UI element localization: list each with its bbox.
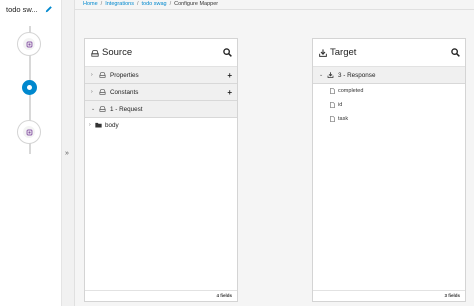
breadcrumb-home[interactable]: Home xyxy=(83,1,98,7)
download-icon xyxy=(319,49,327,57)
sidebar-collapse-strip[interactable]: » xyxy=(62,0,75,306)
search-icon[interactable] xyxy=(451,48,460,57)
hard-drive-icon xyxy=(91,50,99,57)
pencil-icon[interactable] xyxy=(45,5,53,13)
target-response-row[interactable]: ⌄ 3 - Response xyxy=(313,67,465,84)
target-field-task[interactable]: task xyxy=(313,112,465,126)
file-icon xyxy=(330,116,335,122)
breadcrumb-separator: / xyxy=(169,1,172,7)
add-constant-button[interactable]: + xyxy=(227,84,232,101)
field-label: id xyxy=(338,102,343,108)
active-step-dot xyxy=(27,85,32,90)
chevron-right-icon[interactable]: › xyxy=(91,67,93,84)
connection-icon xyxy=(23,126,35,138)
target-panel: Target ⌄ 3 - Response completed id task … xyxy=(312,38,466,302)
target-field-completed[interactable]: completed xyxy=(313,84,465,98)
source-field-count: 4 fields xyxy=(85,290,237,301)
target-title: Target xyxy=(330,47,357,58)
field-label: completed xyxy=(338,88,364,94)
target-field-id[interactable]: id xyxy=(313,98,465,112)
breadcrumb-integrations[interactable]: Integrations xyxy=(105,1,134,7)
file-icon xyxy=(330,88,335,94)
source-title: Source xyxy=(102,47,133,58)
source-body-row[interactable]: › body xyxy=(85,118,237,133)
breadcrumb-separator: / xyxy=(100,1,103,7)
source-row-label: Properties xyxy=(110,72,139,79)
chevron-down-icon[interactable]: ⌄ xyxy=(319,67,323,84)
field-label: task xyxy=(338,116,349,122)
hard-drive-icon xyxy=(99,106,106,112)
source-properties-row[interactable]: › Properties + xyxy=(85,67,237,84)
search-icon[interactable] xyxy=(223,48,232,57)
target-header: Target xyxy=(313,39,465,67)
main-content: Home / Integrations / todo swag / Configure Ma… xyxy=(75,0,474,306)
breadcrumb: Home / Integrations / todo swag / Configure Ma… xyxy=(75,0,474,10)
connection-icon xyxy=(23,38,35,50)
file-icon xyxy=(330,102,335,108)
chevron-down-icon[interactable]: ⌄ xyxy=(91,101,95,118)
chevron-right-icon[interactable]: › xyxy=(89,118,91,133)
source-constants-row[interactable]: › Constants + xyxy=(85,84,237,101)
source-header: Source xyxy=(85,39,237,67)
chevron-right-icon[interactable]: › xyxy=(91,84,93,101)
end-step[interactable] xyxy=(17,120,41,144)
source-panel: Source › Properties + › Constants + ⌄ 1 … xyxy=(84,38,238,302)
target-field-count: 3 fields xyxy=(313,290,465,301)
source-body-label: body xyxy=(105,122,119,129)
download-icon xyxy=(327,72,334,78)
hard-drive-icon xyxy=(99,72,106,78)
start-step[interactable] xyxy=(17,32,41,56)
breadcrumb-current: Configure Mapper xyxy=(174,1,219,7)
folder-icon xyxy=(95,122,102,128)
source-request-row[interactable]: ⌄ 1 - Request xyxy=(85,101,237,118)
add-property-button[interactable]: + xyxy=(227,67,232,84)
hard-drive-icon xyxy=(99,89,106,95)
flow-sidebar: todo sw... xyxy=(0,0,62,306)
flow-title[interactable]: todo sw... xyxy=(6,5,38,14)
source-row-label: Constants xyxy=(110,89,139,96)
breadcrumb-separator: / xyxy=(136,1,139,7)
double-chevron-right-icon[interactable]: » xyxy=(65,150,69,157)
source-row-label: 1 - Request xyxy=(110,106,143,113)
active-step[interactable] xyxy=(22,80,37,95)
target-response-label: 3 - Response xyxy=(338,72,376,79)
breadcrumb-integration-name[interactable]: todo swag xyxy=(141,1,166,7)
